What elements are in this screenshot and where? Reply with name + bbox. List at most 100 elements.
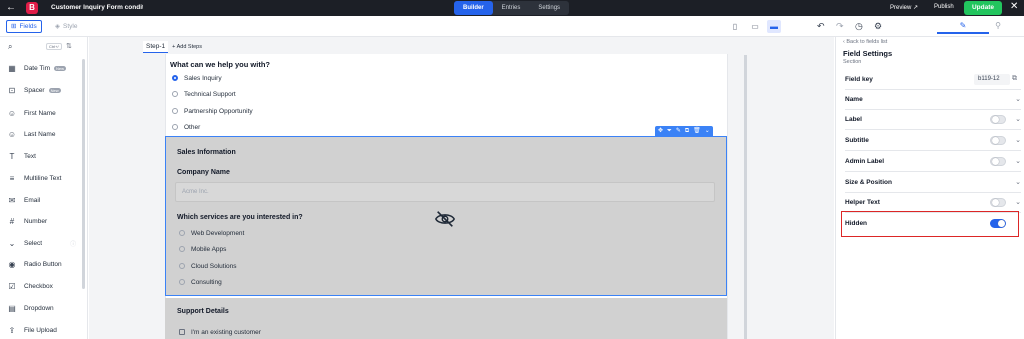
undo-icon[interactable]: ↶ bbox=[817, 20, 825, 33]
canvas-scrollbar[interactable] bbox=[744, 55, 747, 339]
field-key-value[interactable]: b119-12 bbox=[974, 74, 1010, 85]
sidebar-item-last-name[interactable]: ☺ Last Name bbox=[6, 128, 82, 140]
service-option[interactable]: Web Development bbox=[179, 228, 244, 238]
service-option[interactable]: Cloud Solutions bbox=[179, 261, 237, 271]
radio-option[interactable]: Partnership Opportunity bbox=[172, 106, 253, 116]
chevron-down-icon[interactable]: ⌄ bbox=[705, 126, 710, 136]
sidebar-item-dropdown[interactable]: ▤ Dropdown bbox=[6, 302, 82, 314]
paragraph-icon: ≡ bbox=[9, 173, 15, 183]
sidebar-item-select[interactable]: ⌄ Select ⓘ bbox=[6, 237, 82, 249]
sidebar-item-file-upload[interactable]: ⇪ File Upload bbox=[6, 324, 82, 336]
move-icon[interactable]: ✥ bbox=[658, 126, 663, 136]
tab-builder[interactable]: Builder bbox=[454, 1, 493, 15]
section-title: Support Details bbox=[177, 308, 229, 315]
back-to-fields-link[interactable]: ‹ Back to fields list bbox=[843, 39, 887, 45]
sidebar-item-spacer[interactable]: ⊡ Spacer New bbox=[6, 84, 82, 96]
sort-icon[interactable]: ⇅ bbox=[66, 42, 72, 50]
redo-icon[interactable]: ↷ bbox=[836, 20, 844, 33]
checkbox-label: I'm an existing customer bbox=[191, 328, 261, 336]
setting-label: Name bbox=[845, 96, 863, 103]
field-search[interactable]: ⌕ Ctrl+/ ⇅ bbox=[6, 42, 82, 52]
filter-icon[interactable]: ⏷ bbox=[667, 126, 672, 136]
sidebar-scrollbar[interactable] bbox=[82, 59, 85, 289]
service-option[interactable]: Mobile Apps bbox=[179, 244, 226, 254]
mail-icon: ✉ bbox=[8, 195, 16, 205]
option-label: Partnership Opportunity bbox=[184, 107, 253, 115]
gear-icon[interactable]: ⚙ bbox=[874, 20, 882, 33]
mobile-view-icon[interactable]: ▯ bbox=[728, 20, 742, 33]
sidebar-item-radio-button[interactable]: ◉ Radio Button bbox=[6, 258, 82, 270]
fields-sidebar: ⌕ Ctrl+/ ⇅ ▦ Date Time New ⊡ Spacer New … bbox=[0, 37, 88, 339]
sidebar-item-number[interactable]: # Number bbox=[6, 215, 82, 227]
setting-row-name[interactable]: Name ⌄ bbox=[845, 90, 1021, 110]
trash-icon[interactable]: 🗑 bbox=[693, 126, 701, 136]
new-badge: New bbox=[48, 87, 61, 93]
history-icon[interactable]: ◷ bbox=[855, 20, 863, 33]
option-label: Technical Support bbox=[184, 90, 236, 98]
copy-icon[interactable]: ⧉ bbox=[1012, 75, 1017, 83]
back-arrow-icon[interactable]: ← bbox=[6, 2, 16, 13]
existing-customer-checkbox[interactable]: I'm an existing customer bbox=[179, 327, 261, 337]
sidebar-item-text[interactable]: T Text bbox=[6, 150, 82, 162]
spacer-icon: ⊡ bbox=[8, 85, 16, 95]
tab-entries[interactable]: Entries bbox=[493, 1, 530, 15]
chevron-down-icon: ⌄ bbox=[1015, 158, 1021, 165]
upload-icon: ⇪ bbox=[8, 325, 16, 335]
add-steps-button[interactable]: + Add Steps bbox=[172, 44, 202, 50]
tab-settings[interactable]: Settings bbox=[529, 1, 569, 15]
setting-row-admin-label[interactable]: Admin Label ⌄ bbox=[845, 152, 1021, 172]
edit-icon[interactable]: ✎ bbox=[676, 126, 681, 136]
duplicate-icon[interactable]: ⧉ bbox=[685, 126, 689, 136]
setting-row-subtitle[interactable]: Subtitle ⌄ bbox=[845, 131, 1021, 151]
tablet-view-icon[interactable]: ▭ bbox=[748, 20, 762, 33]
radio-option[interactable]: Sales Inquiry bbox=[172, 73, 222, 83]
sidebar-item-email[interactable]: ✉ Email bbox=[6, 194, 82, 206]
sidebar-item-first-name[interactable]: ☺ First Name bbox=[6, 107, 82, 119]
helper-text-toggle[interactable] bbox=[990, 198, 1006, 207]
service-option[interactable]: Consulting bbox=[179, 277, 222, 287]
info-icon: ⓘ bbox=[70, 241, 77, 248]
sidebar-item-checkbox[interactable]: ☑ Checkbox bbox=[6, 280, 82, 292]
sidebar-item-label: Radio Button bbox=[24, 260, 62, 268]
company-name-input[interactable]: Acme Inc. bbox=[175, 182, 715, 202]
field-label: Company Name bbox=[177, 169, 230, 176]
tab-style[interactable]: ◈ Style bbox=[51, 20, 81, 33]
close-icon[interactable]: ✕ bbox=[1010, 1, 1018, 12]
panel-subtitle: Section bbox=[843, 59, 862, 65]
subtitle-toggle[interactable] bbox=[990, 136, 1006, 145]
sidebar-item-label: Last Name bbox=[24, 130, 56, 138]
radio-icon bbox=[172, 124, 178, 130]
setting-row-label[interactable]: Label ⌄ bbox=[845, 110, 1021, 130]
setting-row-size-position[interactable]: Size & Position ⌄ bbox=[845, 173, 1021, 193]
publish-button[interactable]: Publish bbox=[934, 4, 954, 10]
tab-style-settings[interactable]: ⚲ bbox=[972, 18, 1024, 34]
radio-option[interactable]: Other bbox=[172, 122, 200, 132]
update-button[interactable]: Update bbox=[964, 1, 1002, 15]
preview-link[interactable]: Preview ↗ bbox=[890, 4, 918, 11]
option-label: Sales Inquiry bbox=[184, 74, 222, 82]
top-bar: ← B Customer Inquiry Form conditi Builde… bbox=[0, 0, 1024, 16]
sidebar-item-multiline-text[interactable]: ≡ Multiline Text bbox=[6, 172, 82, 184]
setting-row-helper-text[interactable]: Helper Text ⌄ bbox=[845, 193, 1021, 213]
sidebar-item-date-time[interactable]: ▦ Date Time New bbox=[6, 62, 82, 74]
app-logo-icon: B bbox=[26, 2, 38, 14]
desktop-view-icon[interactable]: ▬ bbox=[767, 20, 781, 33]
checkbox-icon bbox=[179, 329, 185, 335]
radio-icon bbox=[172, 108, 178, 114]
number-icon: # bbox=[9, 216, 15, 226]
label-toggle[interactable] bbox=[990, 115, 1006, 124]
admin-label-toggle[interactable] bbox=[990, 157, 1006, 166]
chevron-down-icon: ⌄ bbox=[8, 238, 16, 248]
step-tab[interactable]: Step-1 bbox=[143, 40, 169, 53]
question-label: What can we help you with? bbox=[170, 60, 271, 69]
tab-fields[interactable]: ⊞ Fields bbox=[6, 20, 42, 33]
radio-icon bbox=[172, 91, 178, 97]
field-key-row: Field key b119-12 ⧉ bbox=[845, 70, 1021, 90]
radio-option[interactable]: Technical Support bbox=[172, 89, 236, 99]
option-label: Web Development bbox=[191, 229, 245, 237]
sidebar-item-label: Date Time bbox=[24, 64, 50, 72]
add-steps-label: Add Steps bbox=[176, 43, 202, 50]
fields-tab-label: Fields bbox=[19, 23, 37, 30]
calendar-icon: ▦ bbox=[8, 63, 16, 73]
sidebar-item-label: Multiline Text bbox=[24, 174, 62, 182]
